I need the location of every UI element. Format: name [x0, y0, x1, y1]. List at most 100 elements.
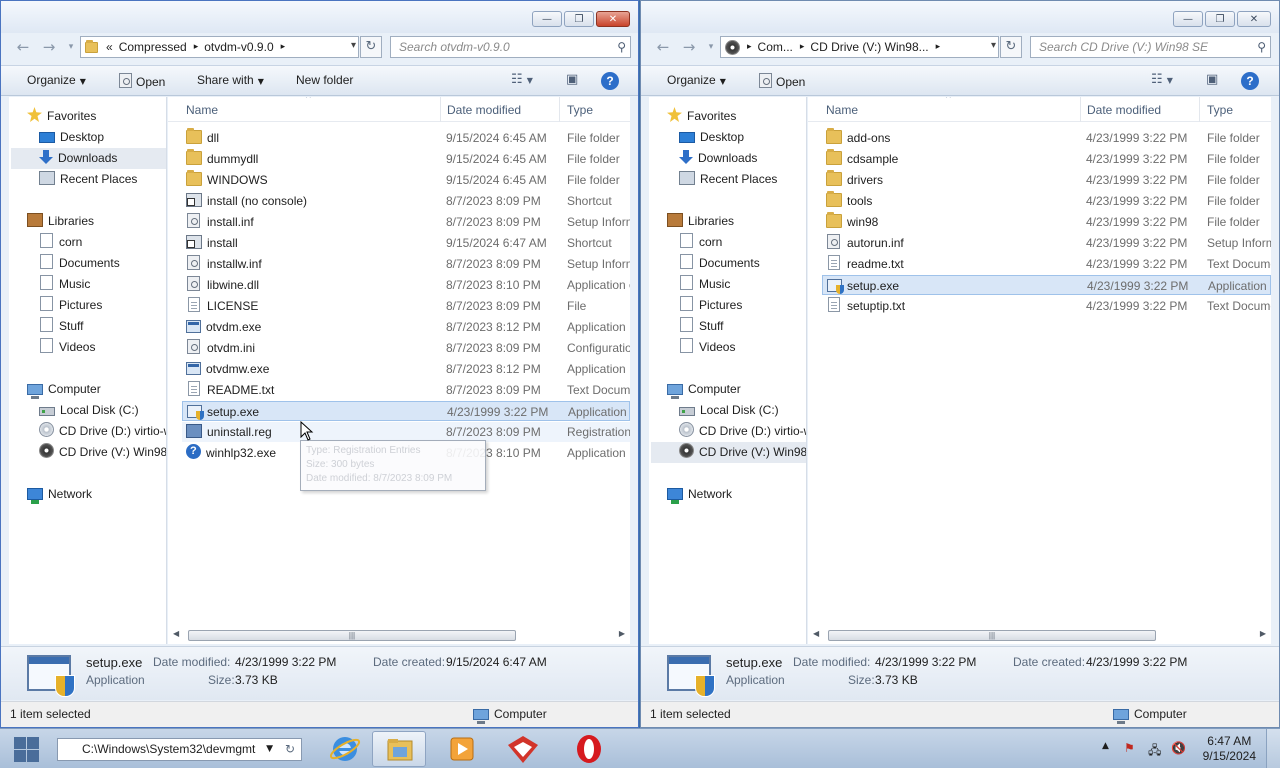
- nav-local-disk[interactable]: Local Disk (C:): [679, 400, 806, 421]
- internet-explorer-icon[interactable]: [318, 731, 372, 767]
- back-arrow-icon[interactable]: ←: [13, 37, 33, 57]
- horizontal-scrollbar[interactable]: ◀ ||| ▶: [808, 627, 1271, 644]
- file-row[interactable]: readme.txt 4/23/1999 3:22 PM Text Documen: [822, 254, 1271, 274]
- network-status-icon[interactable]: 🖧: [1148, 741, 1161, 762]
- chevron-right-icon[interactable]: ▸: [936, 42, 941, 52]
- column-header-name[interactable]: Name: [826, 103, 858, 117]
- chevron-down-icon[interactable]: ▾: [991, 40, 996, 51]
- nav-desktop[interactable]: Desktop: [39, 127, 166, 148]
- minimize-button[interactable]: —: [532, 11, 562, 27]
- nav-network[interactable]: Network: [27, 484, 166, 505]
- nav-downloads[interactable]: Downloads: [11, 148, 166, 169]
- file-row[interactable]: win98 4/23/1999 3:22 PM File folder: [822, 212, 1271, 232]
- preview-pane-icon[interactable]: ▣: [566, 72, 578, 87]
- file-row[interactable]: setuptip.txt 4/23/1999 3:22 PM Text Docume…: [822, 296, 1271, 316]
- file-row[interactable]: install (no console) 8/7/2023 8:09 PM Shor…: [182, 191, 630, 211]
- nav-desktop[interactable]: Desktop: [679, 127, 806, 148]
- share-with-button[interactable]: Share with ▼: [197, 73, 264, 87]
- nav-cd-drive-d[interactable]: CD Drive (D:) virtio-win: [39, 421, 166, 442]
- nav-library-videos[interactable]: Videos: [679, 337, 806, 358]
- help-icon[interactable]: ?: [1241, 72, 1259, 90]
- file-explorer-icon[interactable]: [372, 731, 426, 767]
- start-button[interactable]: [12, 735, 40, 763]
- nav-libraries[interactable]: Libraries: [27, 211, 166, 232]
- column-header-name[interactable]: Name: [186, 103, 218, 117]
- back-arrow-icon[interactable]: ←: [653, 37, 673, 57]
- scrollbar-thumb[interactable]: |||: [828, 630, 1156, 641]
- nav-recent-places[interactable]: Recent Places: [39, 169, 166, 190]
- nav-library-videos[interactable]: Videos: [39, 337, 166, 358]
- file-row[interactable]: dummydll 9/15/2024 6:45 AM File folder: [182, 149, 630, 169]
- file-row[interactable]: LICENSE 8/7/2023 8:09 PM File: [182, 296, 630, 316]
- nav-library-documents[interactable]: Documents: [679, 253, 806, 274]
- file-row[interactable]: add-ons 4/23/1999 3:22 PM File folder: [822, 128, 1271, 148]
- opera-icon[interactable]: [562, 731, 616, 767]
- close-button[interactable]: ✕: [596, 11, 630, 27]
- nav-library-documents[interactable]: Documents: [39, 253, 166, 274]
- nav-computer[interactable]: Computer: [667, 379, 806, 400]
- file-row[interactable]: otvdmw.exe 8/7/2023 8:12 PM Application: [182, 359, 630, 379]
- file-row[interactable]: installw.inf 8/7/2023 8:09 PM Setup Inform…: [182, 254, 630, 274]
- column-divider[interactable]: [559, 97, 560, 122]
- scroll-right-icon[interactable]: ▶: [619, 629, 625, 638]
- nav-network[interactable]: Network: [667, 484, 806, 505]
- scroll-left-icon[interactable]: ◀: [173, 629, 179, 638]
- file-row[interactable]: autorun.inf 4/23/1999 3:22 PM Setup Inform…: [822, 233, 1271, 253]
- volume-muted-icon[interactable]: 🔇: [1171, 741, 1186, 755]
- nav-favorites[interactable]: Favorites: [667, 106, 806, 127]
- column-header-type[interactable]: Type: [567, 103, 593, 117]
- address-segment[interactable]: Com...: [758, 40, 793, 54]
- address-segment[interactable]: otvdm-v0.9.0: [204, 40, 273, 54]
- address-segment[interactable]: Compressed: [119, 40, 187, 54]
- file-row[interactable]: cdsample 4/23/1999 3:22 PM File folder: [822, 149, 1271, 169]
- refresh-icon[interactable]: ↻: [1000, 36, 1022, 58]
- nav-library-pictures[interactable]: Pictures: [39, 295, 166, 316]
- nav-favorites[interactable]: Favorites: [27, 106, 166, 127]
- refresh-icon[interactable]: ↻: [285, 739, 295, 760]
- nav-downloads[interactable]: Downloads: [679, 148, 806, 169]
- file-row[interactable]: setup.exe 4/23/1999 3:22 PM Application: [822, 275, 1271, 295]
- column-header-type[interactable]: Type: [1207, 103, 1233, 117]
- file-row[interactable]: libwine.dll 8/7/2023 8:10 PM Application e…: [182, 275, 630, 295]
- scrollbar-thumb[interactable]: |||: [188, 630, 516, 641]
- title-bar[interactable]: — ❐ ✕: [641, 1, 1279, 33]
- help-icon[interactable]: ?: [601, 72, 619, 90]
- open-button[interactable]: Open: [758, 73, 805, 89]
- change-view-icon[interactable]: ☷ ▼: [1151, 72, 1173, 87]
- column-header-date[interactable]: Date modified: [447, 103, 521, 117]
- new-folder-button[interactable]: New folder: [296, 73, 353, 87]
- column-header-date[interactable]: Date modified: [1087, 103, 1161, 117]
- show-hidden-icons-icon[interactable]: ▲: [1102, 741, 1109, 751]
- close-button[interactable]: ✕: [1237, 11, 1271, 27]
- minimize-button[interactable]: —: [1173, 11, 1203, 27]
- nav-cd-drive-v[interactable]: CD Drive (V:) Win98: [651, 442, 806, 463]
- title-bar[interactable]: — ❐ ✕: [1, 1, 638, 33]
- file-row[interactable]: install.inf 8/7/2023 8:09 PM Setup Informa…: [182, 212, 630, 232]
- address-segment[interactable]: CD Drive (V:) Win98...: [810, 40, 928, 54]
- chevron-down-icon[interactable]: ▼: [266, 739, 273, 760]
- file-row[interactable]: README.txt 8/7/2023 8:09 PM Text Document: [182, 380, 630, 400]
- nav-library-stuff[interactable]: Stuff: [39, 316, 166, 337]
- nav-library-pictures[interactable]: Pictures: [679, 295, 806, 316]
- file-row[interactable]: drivers 4/23/1999 3:22 PM File folder: [822, 170, 1271, 190]
- nav-local-disk[interactable]: Local Disk (C:): [39, 400, 166, 421]
- nav-library-stuff[interactable]: Stuff: [679, 316, 806, 337]
- chevron-down-icon[interactable]: ▾: [351, 40, 356, 51]
- maximize-button[interactable]: ❐: [1205, 11, 1235, 27]
- column-divider[interactable]: [1080, 97, 1081, 122]
- nav-recent-places[interactable]: Recent Places: [679, 169, 806, 190]
- address-toolbar-input[interactable]: C:\Windows\System32\devmgmt ▼ ↻: [57, 738, 302, 761]
- file-row[interactable]: otvdm.ini 8/7/2023 8:09 PM Configuration s: [182, 338, 630, 358]
- organize-button[interactable]: Organize ▼: [27, 73, 86, 87]
- preview-pane-icon[interactable]: ▣: [1206, 72, 1218, 87]
- address-bar[interactable]: « Compressed ▸ otvdm-v0.9.0 ▸ ▾: [80, 36, 359, 58]
- search-icon[interactable]: ⚲: [617, 37, 626, 57]
- refresh-icon[interactable]: ↻: [360, 36, 382, 58]
- file-row[interactable]: otvdm.exe 8/7/2023 8:12 PM Application: [182, 317, 630, 337]
- address-overflow[interactable]: «: [106, 40, 113, 54]
- nav-libraries[interactable]: Libraries: [667, 211, 806, 232]
- search-input[interactable]: Search otvdm-v0.9.0 ⚲: [390, 36, 631, 58]
- recent-pages-chevron-icon[interactable]: ▾: [701, 37, 721, 57]
- nav-library-music[interactable]: Music: [679, 274, 806, 295]
- horizontal-scrollbar[interactable]: ◀ ||| ▶: [168, 627, 630, 644]
